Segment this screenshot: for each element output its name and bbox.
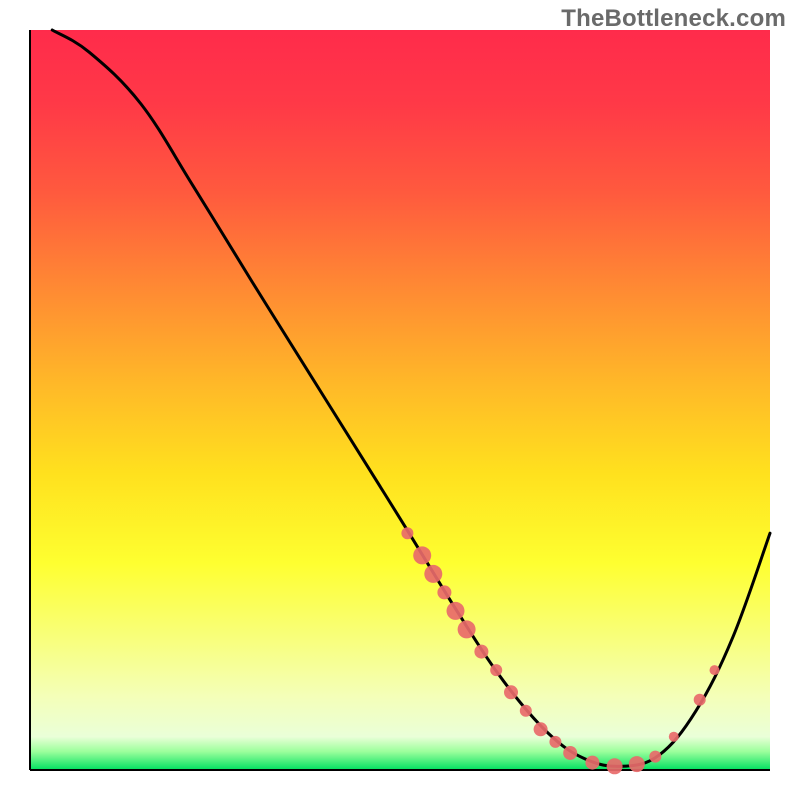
data-point [490,664,502,676]
data-point [669,732,679,742]
data-point [504,685,518,699]
data-point [424,565,442,583]
data-point [629,756,645,772]
chart-svg [0,0,800,800]
data-point [534,722,548,736]
data-point [447,602,465,620]
data-point [474,645,488,659]
data-point [649,751,661,763]
data-point [607,758,623,774]
data-point [413,546,431,564]
data-point [458,620,476,638]
watermark-text: TheBottleneck.com [561,5,786,33]
data-point [563,746,577,760]
data-point [520,705,532,717]
plot-background [30,30,770,770]
data-point [585,756,599,770]
data-point [710,665,720,675]
data-point [437,585,451,599]
data-point [549,736,561,748]
data-point [401,527,413,539]
data-point [694,694,706,706]
chart-container: TheBottleneck.com [0,0,800,800]
